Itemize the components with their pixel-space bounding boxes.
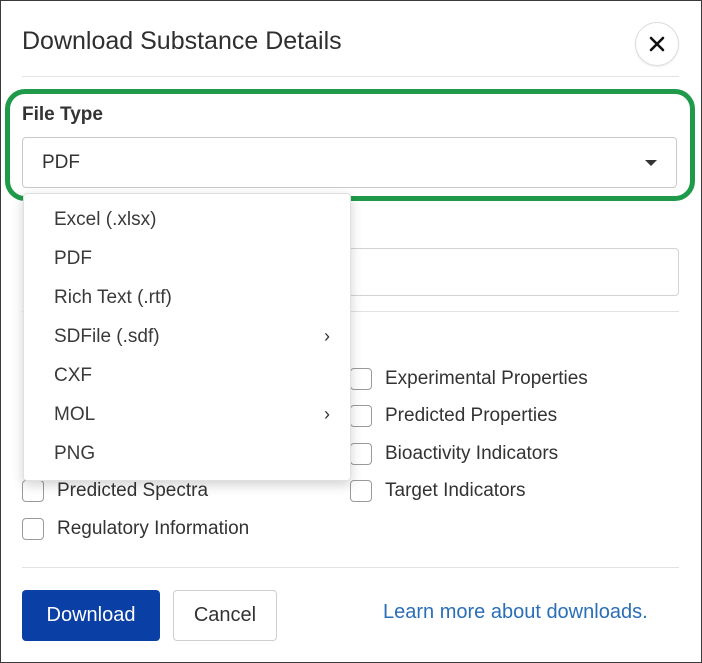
chevron-right-icon: › bbox=[324, 404, 330, 424]
menu-item-excel[interactable]: Excel (.xlsx) bbox=[24, 200, 350, 239]
menu-item-rtf[interactable]: Rich Text (.rtf) bbox=[24, 278, 350, 317]
menu-item-label: SDFile (.sdf) bbox=[54, 326, 160, 347]
menu-item-mol[interactable]: MOL › bbox=[24, 395, 350, 434]
option-predicted-spectra[interactable]: Predicted Spectra bbox=[22, 480, 208, 502]
file-type-selected-value: PDF bbox=[42, 152, 80, 173]
checkbox-label: Predicted Spectra bbox=[57, 480, 209, 501]
option-experimental-properties[interactable]: Experimental Properties bbox=[350, 368, 588, 390]
download-button[interactable]: Download bbox=[22, 590, 160, 641]
option-predicted-properties[interactable]: Predicted Properties bbox=[350, 405, 557, 427]
option-regulatory-information[interactable]: Regulatory Information bbox=[22, 518, 249, 540]
menu-item-pdf[interactable]: PDF bbox=[24, 239, 350, 278]
option-target-indicators[interactable]: Target Indicators bbox=[350, 480, 525, 502]
menu-item-sdf[interactable]: SDFile (.sdf) › bbox=[24, 317, 350, 356]
download-dialog: Download Substance Details File Type PDF… bbox=[0, 0, 702, 663]
menu-item-label: Rich Text (.rtf) bbox=[54, 287, 172, 308]
name-input[interactable] bbox=[342, 248, 679, 296]
close-button[interactable] bbox=[635, 22, 679, 66]
checkbox-label: Experimental Properties bbox=[385, 368, 588, 389]
checkbox-label: Predicted Properties bbox=[385, 405, 558, 426]
checkbox-label: Target Indicators bbox=[385, 480, 526, 501]
file-type-menu: Excel (.xlsx) PDF Rich Text (.rtf) SDFil… bbox=[23, 193, 351, 481]
menu-item-label: PDF bbox=[54, 248, 92, 269]
chevron-right-icon: › bbox=[324, 326, 330, 346]
dialog-title: Download Substance Details bbox=[22, 27, 342, 55]
learn-more-link[interactable]: Learn more about downloads. bbox=[383, 601, 648, 624]
menu-item-png[interactable]: PNG bbox=[24, 434, 350, 473]
file-type-label: File Type bbox=[22, 104, 103, 125]
checkbox[interactable] bbox=[22, 480, 44, 502]
footer-divider bbox=[22, 567, 679, 568]
checkbox-label: Regulatory Information bbox=[57, 518, 250, 539]
menu-item-label: MOL bbox=[54, 404, 96, 425]
header-divider bbox=[22, 76, 679, 77]
checkbox[interactable] bbox=[350, 405, 372, 427]
menu-item-label: Excel (.xlsx) bbox=[54, 209, 157, 230]
checkbox-label: Bioactivity Indicators bbox=[385, 443, 559, 464]
menu-item-label: CXF bbox=[54, 365, 92, 386]
checkbox[interactable] bbox=[22, 518, 44, 540]
checkbox[interactable] bbox=[350, 368, 372, 390]
option-bioactivity-indicators[interactable]: Bioactivity Indicators bbox=[350, 443, 558, 465]
menu-item-cxf[interactable]: CXF bbox=[24, 356, 350, 395]
checkbox[interactable] bbox=[350, 443, 372, 465]
menu-item-label: PNG bbox=[54, 443, 96, 464]
checkbox[interactable] bbox=[350, 480, 372, 502]
cancel-button[interactable]: Cancel bbox=[173, 590, 277, 641]
caret-down-icon bbox=[645, 160, 657, 166]
close-icon bbox=[649, 36, 665, 52]
file-type-select[interactable]: PDF bbox=[22, 137, 677, 188]
